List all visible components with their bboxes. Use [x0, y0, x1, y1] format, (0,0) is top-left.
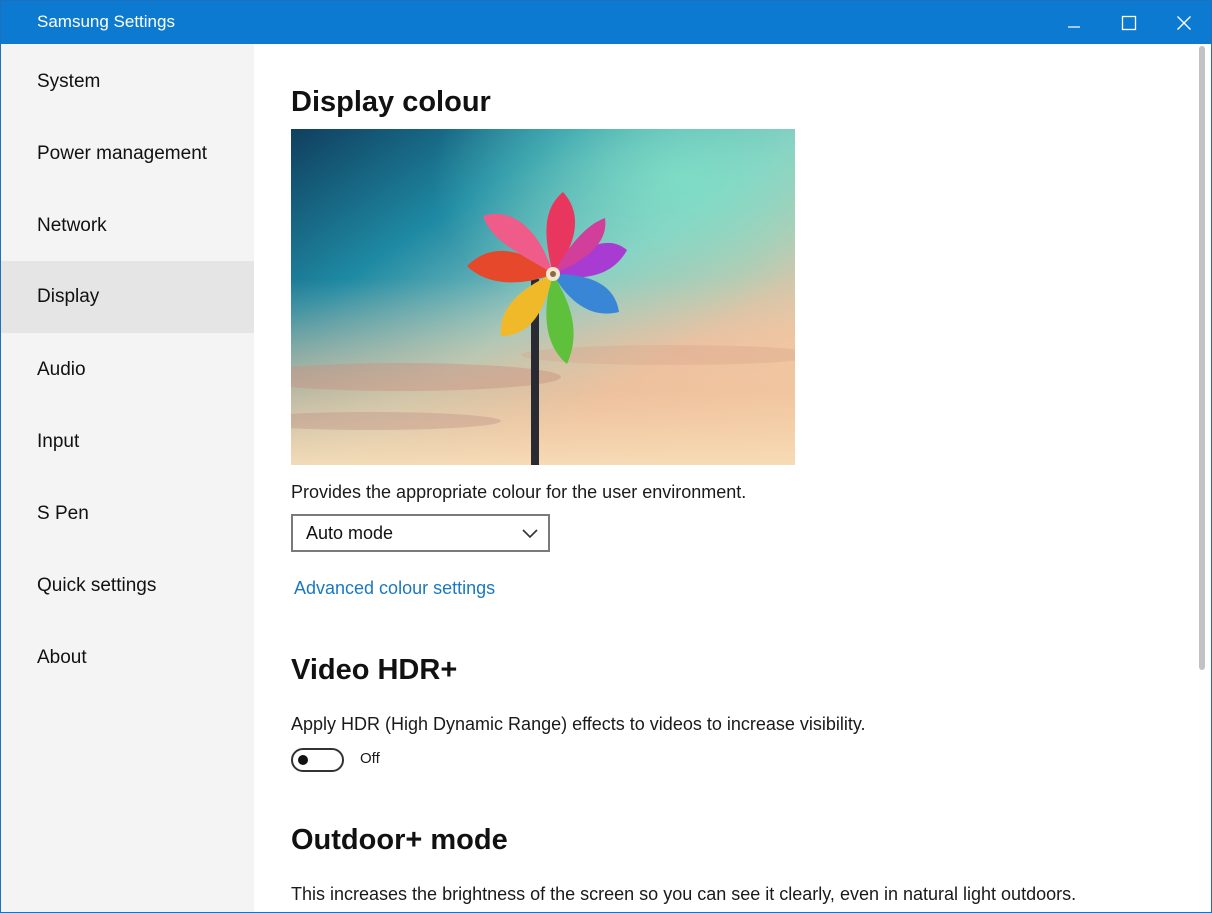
sidebar-item-label: Audio	[37, 359, 86, 380]
content-pane: Display colour Provides the appropriate …	[254, 44, 1194, 912]
maximize-icon	[1121, 15, 1137, 30]
maximize-button[interactable]	[1102, 1, 1156, 44]
sidebar-item-quick-settings[interactable]: Quick settings	[1, 550, 254, 622]
video-hdr-toggle-state: Off	[360, 750, 380, 767]
sidebar-item-label: S Pen	[37, 503, 89, 524]
colour-mode-selected: Auto mode	[306, 522, 394, 543]
video-hdr-toggle[interactable]	[291, 748, 344, 772]
app-title: Samsung Settings	[37, 12, 175, 31]
sidebar-item-about[interactable]: About	[1, 622, 254, 694]
sidebar-item-network[interactable]: Network	[1, 190, 254, 262]
scrollbar-thumb[interactable]	[1199, 46, 1205, 670]
sidebar-item-label: About	[37, 647, 87, 668]
chevron-down-icon	[522, 529, 538, 539]
sidebar-item-display[interactable]: Display	[1, 261, 254, 333]
sidebar-item-label: Input	[37, 431, 80, 452]
sidebar-item-label: Power management	[37, 143, 208, 164]
toggle-knob	[298, 755, 308, 765]
video-hdr-title: Video HDR+	[291, 654, 458, 686]
colour-mode-dropdown[interactable]: Auto mode	[291, 514, 550, 552]
sidebar-item-label: Display	[37, 286, 100, 307]
colour-preview-image	[291, 129, 795, 465]
outdoor-mode-title: Outdoor+ mode	[291, 824, 508, 856]
sidebar-item-system[interactable]: System	[1, 46, 254, 118]
close-button[interactable]	[1157, 1, 1211, 44]
sidebar-item-label: Quick settings	[37, 575, 157, 596]
settings-window: Samsung Settings System Power management…	[0, 0, 1212, 913]
title-bar[interactable]: Samsung Settings	[1, 1, 1211, 44]
close-icon	[1177, 15, 1191, 30]
sidebar-item-power-management[interactable]: Power management	[1, 118, 254, 190]
sidebar-item-input[interactable]: Input	[1, 406, 254, 478]
minimize-button[interactable]	[1047, 1, 1101, 44]
vertical-scrollbar[interactable]	[1194, 44, 1211, 912]
display-colour-title: Display colour	[291, 86, 491, 118]
sidebar-item-s-pen[interactable]: S Pen	[1, 478, 254, 550]
sidebar-item-audio[interactable]: Audio	[1, 334, 254, 406]
sidebar-item-label: Network	[37, 215, 107, 236]
sidebar: System Power management Network Display …	[1, 44, 254, 912]
minimize-icon	[1068, 25, 1080, 28]
video-hdr-description: Apply HDR (High Dynamic Range) effects t…	[291, 714, 866, 734]
advanced-colour-settings-link[interactable]: Advanced colour settings	[294, 578, 495, 599]
outdoor-mode-description: This increases the brightness of the scr…	[291, 884, 1077, 904]
sidebar-item-label: System	[37, 71, 101, 92]
pinwheel-image	[291, 129, 795, 465]
display-colour-description: Provides the appropriate colour for the …	[291, 482, 747, 502]
